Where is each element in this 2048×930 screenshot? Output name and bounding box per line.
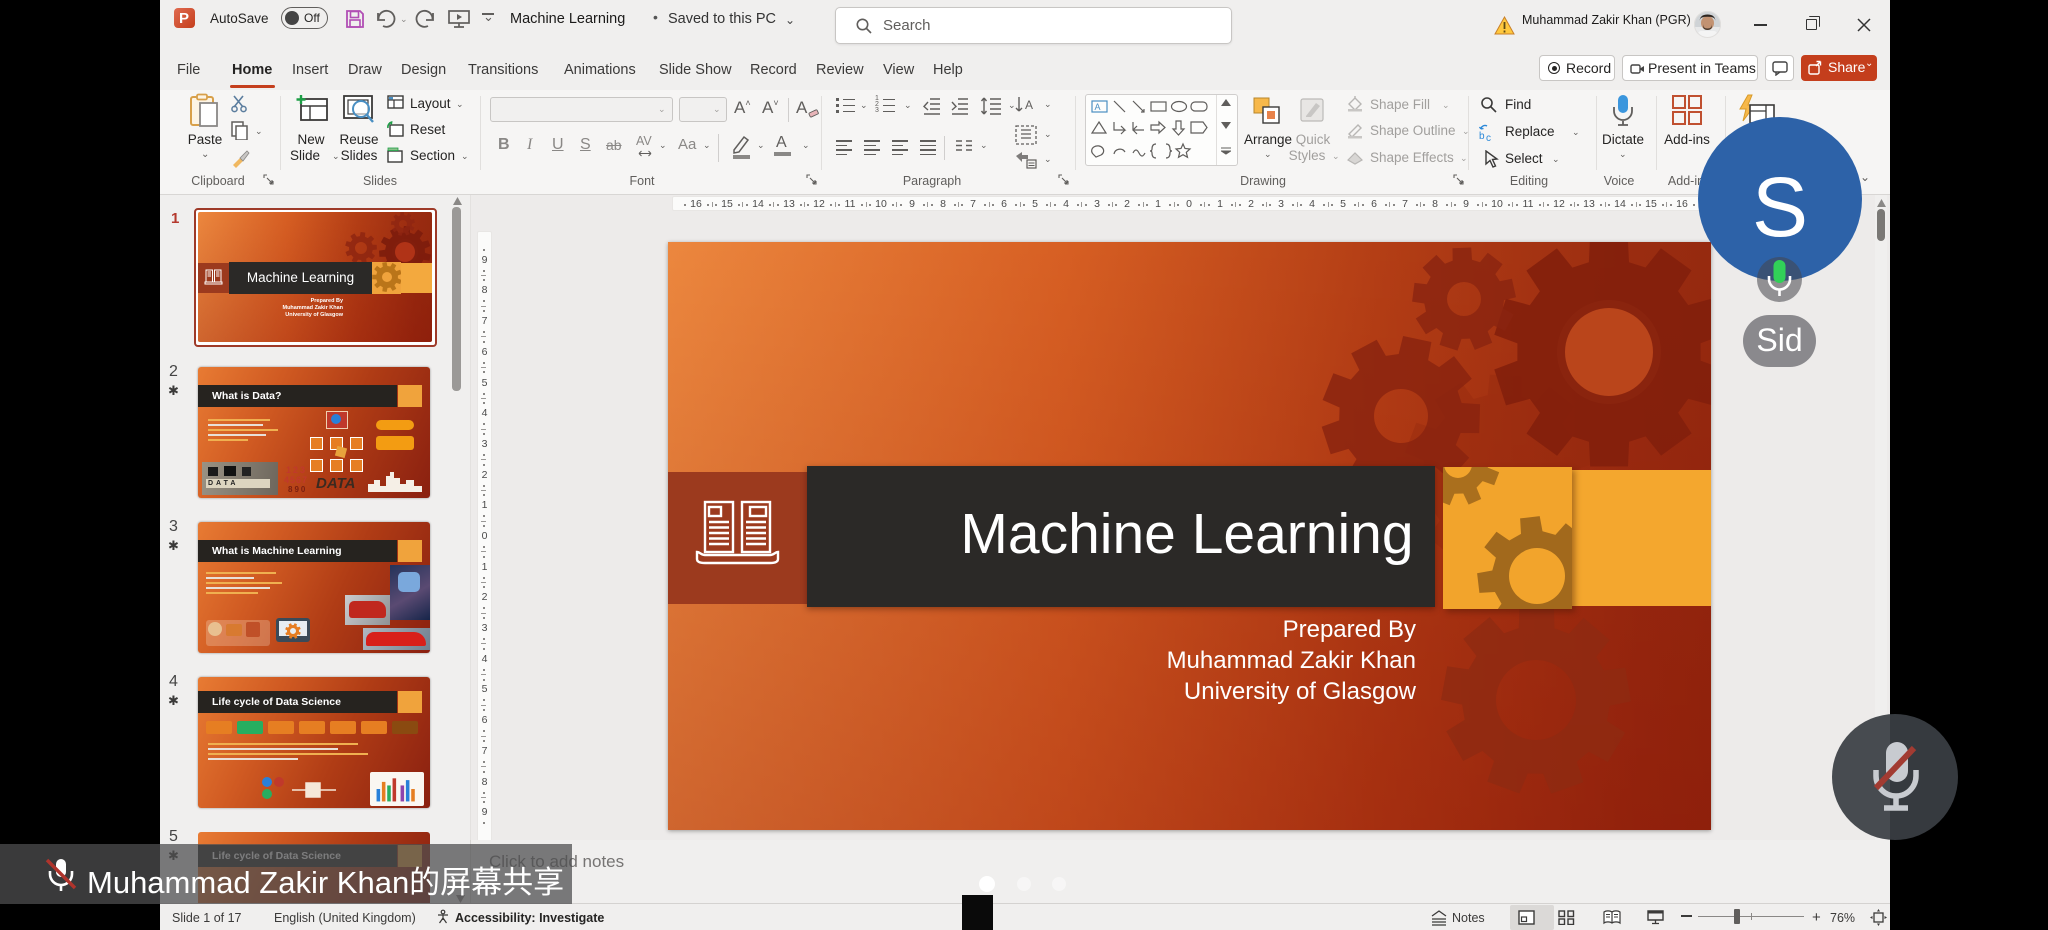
- svg-text:b: b: [1479, 131, 1485, 142]
- svg-text:A: A: [1095, 102, 1101, 112]
- svg-text:c: c: [1486, 133, 1491, 142]
- svg-text:A: A: [1025, 98, 1033, 112]
